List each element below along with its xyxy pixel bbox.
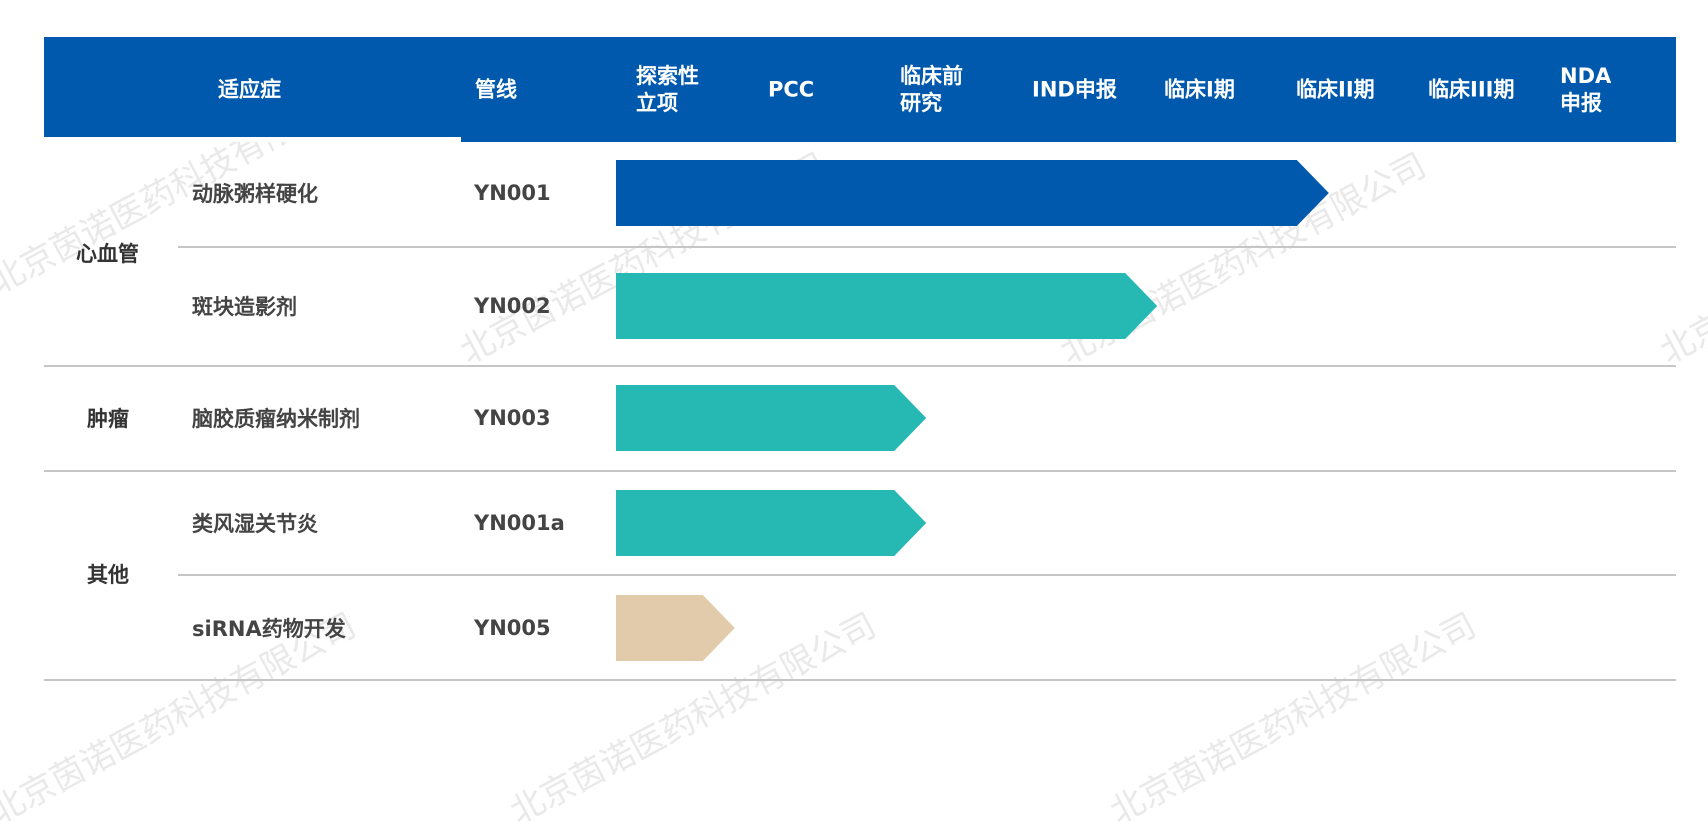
progress-bar-yn001a — [616, 490, 927, 556]
progress-bar-yn003 — [616, 385, 927, 451]
progress-bar-yn005 — [616, 595, 735, 661]
progress-bar-yn002 — [616, 273, 1158, 339]
pipeline-progress-chart — [616, 160, 1329, 661]
progress-bar-yn001 — [616, 160, 1329, 226]
